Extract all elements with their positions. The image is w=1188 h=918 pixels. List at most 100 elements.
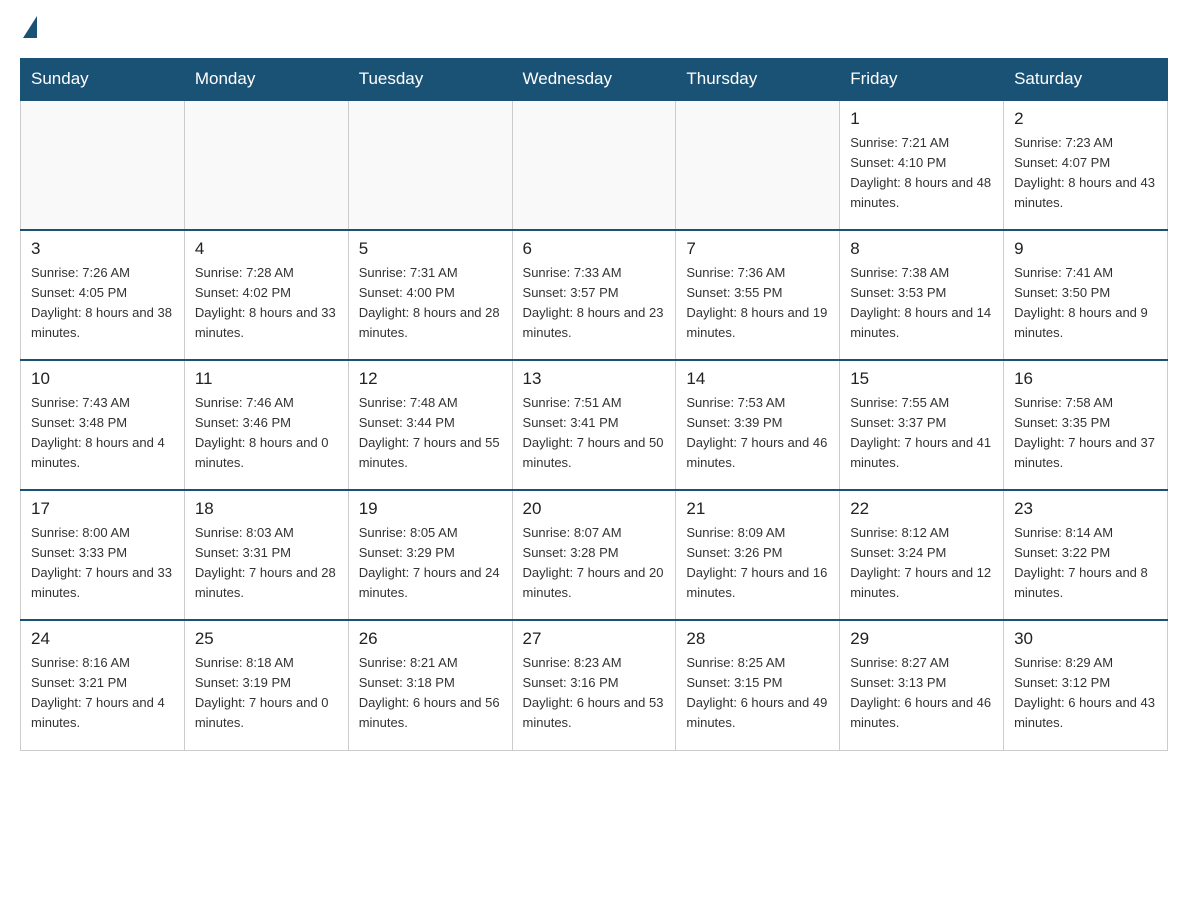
calendar-cell: 14 Sunrise: 7:53 AMSunset: 3:39 PMDayligh… (676, 360, 840, 490)
weekday-header-wednesday: Wednesday (512, 59, 676, 101)
calendar-cell (512, 100, 676, 230)
calendar-cell: 29 Sunrise: 8:27 AMSunset: 3:13 PMDayligh… (840, 620, 1004, 750)
day-info: Sunrise: 7:28 AMSunset: 4:02 PMDaylight:… (195, 263, 338, 344)
day-number: 19 (359, 499, 502, 519)
week-row-1: 1 Sunrise: 7:21 AMSunset: 4:10 PMDaylight… (21, 100, 1168, 230)
calendar-cell: 28 Sunrise: 8:25 AMSunset: 3:15 PMDayligh… (676, 620, 840, 750)
day-number: 1 (850, 109, 993, 129)
day-info: Sunrise: 8:14 AMSunset: 3:22 PMDaylight:… (1014, 523, 1157, 604)
day-info: Sunrise: 8:27 AMSunset: 3:13 PMDaylight:… (850, 653, 993, 734)
day-info: Sunrise: 7:31 AMSunset: 4:00 PMDaylight:… (359, 263, 502, 344)
calendar-cell: 7 Sunrise: 7:36 AMSunset: 3:55 PMDaylight… (676, 230, 840, 360)
day-number: 28 (686, 629, 829, 649)
day-info: Sunrise: 7:26 AMSunset: 4:05 PMDaylight:… (31, 263, 174, 344)
day-number: 24 (31, 629, 174, 649)
day-info: Sunrise: 7:51 AMSunset: 3:41 PMDaylight:… (523, 393, 666, 474)
calendar-cell: 19 Sunrise: 8:05 AMSunset: 3:29 PMDayligh… (348, 490, 512, 620)
day-number: 25 (195, 629, 338, 649)
calendar-cell: 25Sunrise: 8:18 AMSunset: 3:19 PMDayligh… (184, 620, 348, 750)
calendar-cell (348, 100, 512, 230)
day-info: Sunrise: 7:23 AMSunset: 4:07 PMDaylight:… (1014, 133, 1157, 214)
day-info: Sunrise: 8:12 AMSunset: 3:24 PMDaylight:… (850, 523, 993, 604)
page-header (20, 20, 1168, 38)
calendar-cell: 20Sunrise: 8:07 AMSunset: 3:28 PMDayligh… (512, 490, 676, 620)
day-info: Sunrise: 7:58 AMSunset: 3:35 PMDaylight:… (1014, 393, 1157, 474)
logo (20, 20, 37, 38)
day-info: Sunrise: 7:36 AMSunset: 3:55 PMDaylight:… (686, 263, 829, 344)
day-number: 13 (523, 369, 666, 389)
day-number: 17 (31, 499, 174, 519)
day-number: 14 (686, 369, 829, 389)
calendar-cell: 1 Sunrise: 7:21 AMSunset: 4:10 PMDaylight… (840, 100, 1004, 230)
calendar-cell: 18 Sunrise: 8:03 AMSunset: 3:31 PMDayligh… (184, 490, 348, 620)
day-number: 5 (359, 239, 502, 259)
day-number: 18 (195, 499, 338, 519)
calendar-cell: 23 Sunrise: 8:14 AMSunset: 3:22 PMDayligh… (1004, 490, 1168, 620)
weekday-header-sunday: Sunday (21, 59, 185, 101)
day-info: Sunrise: 8:23 AMSunset: 3:16 PMDaylight:… (523, 653, 666, 734)
day-info: Sunrise: 8:09 AMSunset: 3:26 PMDaylight:… (686, 523, 829, 604)
day-number: 22 (850, 499, 993, 519)
day-number: 12 (359, 369, 502, 389)
calendar-cell: 17 Sunrise: 8:00 AMSunset: 3:33 PMDayligh… (21, 490, 185, 620)
day-info: Sunrise: 8:00 AMSunset: 3:33 PMDaylight:… (31, 523, 174, 604)
calendar-cell (184, 100, 348, 230)
day-info: Sunrise: 8:03 AMSunset: 3:31 PMDaylight:… (195, 523, 338, 604)
calendar-cell: 10Sunrise: 7:43 AMSunset: 3:48 PMDayligh… (21, 360, 185, 490)
day-number: 26 (359, 629, 502, 649)
calendar-cell: 26Sunrise: 8:21 AMSunset: 3:18 PMDayligh… (348, 620, 512, 750)
day-number: 15 (850, 369, 993, 389)
weekday-header-friday: Friday (840, 59, 1004, 101)
day-number: 2 (1014, 109, 1157, 129)
day-number: 10 (31, 369, 174, 389)
day-info: Sunrise: 7:38 AMSunset: 3:53 PMDaylight:… (850, 263, 993, 344)
day-info: Sunrise: 7:21 AMSunset: 4:10 PMDaylight:… (850, 133, 993, 214)
calendar-cell: 21Sunrise: 8:09 AMSunset: 3:26 PMDayligh… (676, 490, 840, 620)
day-info: Sunrise: 7:33 AMSunset: 3:57 PMDaylight:… (523, 263, 666, 344)
calendar-cell: 4 Sunrise: 7:28 AMSunset: 4:02 PMDaylight… (184, 230, 348, 360)
calendar-cell: 27 Sunrise: 8:23 AMSunset: 3:16 PMDayligh… (512, 620, 676, 750)
calendar-table: SundayMondayTuesdayWednesdayThursdayFrid… (20, 58, 1168, 751)
calendar-cell: 16Sunrise: 7:58 AMSunset: 3:35 PMDayligh… (1004, 360, 1168, 490)
day-info: Sunrise: 8:05 AMSunset: 3:29 PMDaylight:… (359, 523, 502, 604)
calendar-cell: 3 Sunrise: 7:26 AMSunset: 4:05 PMDaylight… (21, 230, 185, 360)
day-number: 7 (686, 239, 829, 259)
day-info: Sunrise: 7:48 AMSunset: 3:44 PMDaylight:… (359, 393, 502, 474)
calendar-cell: 5 Sunrise: 7:31 AMSunset: 4:00 PMDaylight… (348, 230, 512, 360)
day-number: 23 (1014, 499, 1157, 519)
day-number: 3 (31, 239, 174, 259)
day-number: 6 (523, 239, 666, 259)
week-row-3: 10Sunrise: 7:43 AMSunset: 3:48 PMDayligh… (21, 360, 1168, 490)
day-number: 30 (1014, 629, 1157, 649)
day-info: Sunrise: 8:16 AMSunset: 3:21 PMDaylight:… (31, 653, 174, 734)
day-info: Sunrise: 7:41 AMSunset: 3:50 PMDaylight:… (1014, 263, 1157, 344)
calendar-cell (21, 100, 185, 230)
day-number: 29 (850, 629, 993, 649)
weekday-header-monday: Monday (184, 59, 348, 101)
weekday-header-thursday: Thursday (676, 59, 840, 101)
day-number: 8 (850, 239, 993, 259)
calendar-cell: 9 Sunrise: 7:41 AMSunset: 3:50 PMDaylight… (1004, 230, 1168, 360)
day-info: Sunrise: 8:25 AMSunset: 3:15 PMDaylight:… (686, 653, 829, 734)
day-number: 9 (1014, 239, 1157, 259)
calendar-cell: 2 Sunrise: 7:23 AMSunset: 4:07 PMDaylight… (1004, 100, 1168, 230)
week-row-2: 3 Sunrise: 7:26 AMSunset: 4:05 PMDaylight… (21, 230, 1168, 360)
calendar-cell: 15Sunrise: 7:55 AMSunset: 3:37 PMDayligh… (840, 360, 1004, 490)
day-info: Sunrise: 7:46 AMSunset: 3:46 PMDaylight:… (195, 393, 338, 474)
calendar-cell: 6 Sunrise: 7:33 AMSunset: 3:57 PMDaylight… (512, 230, 676, 360)
calendar-cell (676, 100, 840, 230)
day-number: 27 (523, 629, 666, 649)
logo-triangle-icon (23, 16, 37, 38)
day-info: Sunrise: 7:53 AMSunset: 3:39 PMDaylight:… (686, 393, 829, 474)
week-row-4: 17 Sunrise: 8:00 AMSunset: 3:33 PMDayligh… (21, 490, 1168, 620)
weekday-header-saturday: Saturday (1004, 59, 1168, 101)
day-info: Sunrise: 8:07 AMSunset: 3:28 PMDaylight:… (523, 523, 666, 604)
calendar-cell: 24 Sunrise: 8:16 AMSunset: 3:21 PMDayligh… (21, 620, 185, 750)
week-row-5: 24 Sunrise: 8:16 AMSunset: 3:21 PMDayligh… (21, 620, 1168, 750)
day-number: 4 (195, 239, 338, 259)
calendar-cell: 13 Sunrise: 7:51 AMSunset: 3:41 PMDayligh… (512, 360, 676, 490)
calendar-cell: 30Sunrise: 8:29 AMSunset: 3:12 PMDayligh… (1004, 620, 1168, 750)
calendar-cell: 8 Sunrise: 7:38 AMSunset: 3:53 PMDaylight… (840, 230, 1004, 360)
calendar-cell: 11Sunrise: 7:46 AMSunset: 3:46 PMDayligh… (184, 360, 348, 490)
calendar-cell: 22 Sunrise: 8:12 AMSunset: 3:24 PMDayligh… (840, 490, 1004, 620)
